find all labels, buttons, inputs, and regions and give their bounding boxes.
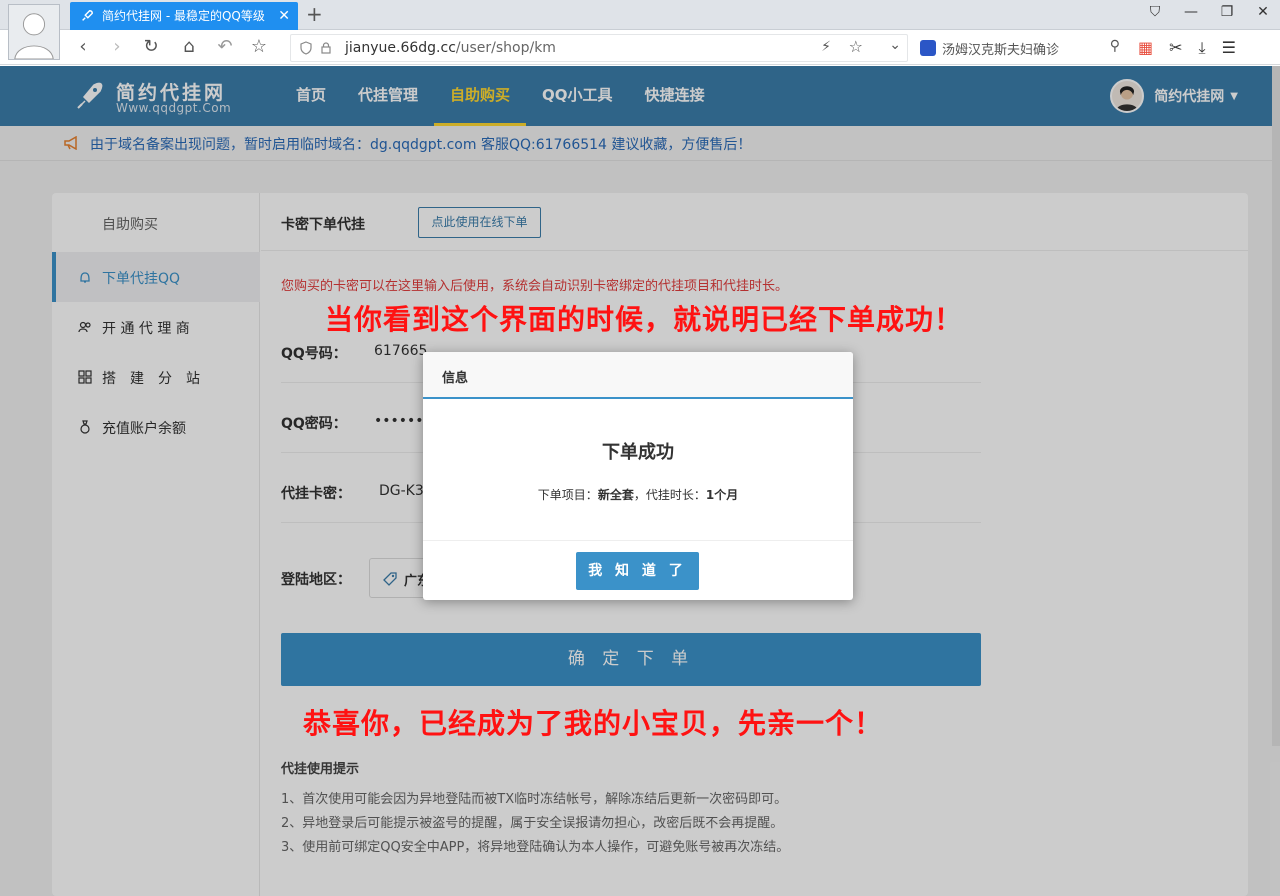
rocket-favicon-icon (82, 10, 93, 21)
browser-tab-bar: 简约代挂网 - 最稳定的QQ等级 ✕ + ⛉ — ❐ ✕ (0, 0, 1280, 30)
toolbar-tools: ▦ ✂ ⤓ ☰ (1138, 38, 1236, 58)
baidu-paw-icon (920, 40, 936, 56)
user-silhouette-icon (14, 13, 54, 60)
chevron-down-icon[interactable]: ⌄ (889, 37, 901, 53)
annotation-bottom: 恭喜你，已经成为了我的小宝贝，先亲一个！ (303, 707, 884, 740)
lightning-icon[interactable]: ⚡ (821, 39, 831, 55)
home-icon[interactable]: ⌂ (178, 36, 200, 57)
tab-title: 简约代挂网 - 最稳定的QQ等级 (102, 9, 265, 23)
dialog-heading: 下单成功 (602, 442, 674, 463)
lock-icon (321, 42, 331, 54)
acknowledge-button[interactable]: 我 知 道 了 (576, 552, 699, 590)
apps-icon[interactable]: ▦ (1138, 38, 1153, 58)
favorite-star-icon[interactable]: ☆ (849, 37, 863, 56)
success-dialog: 信息 下单成功 下单项目：新全套，代挂时长：1个月 我 知 道 了 (423, 352, 853, 600)
browser-toolbar: ‹ › ↻ ⌂ ↶ ☆ jianyue.66dg.cc/user/shop/km… (0, 31, 1280, 65)
new-tab-icon[interactable]: + (306, 2, 323, 26)
forward-icon[interactable]: › (106, 36, 128, 57)
address-bar[interactable]: jianyue.66dg.cc/user/shop/km ⚡ ☆ ⌄ (290, 34, 908, 62)
url-text: jianyue.66dg.cc/user/shop/km (345, 40, 556, 56)
search-box[interactable]: 汤姆汉克斯夫妇确诊 ⚲ (914, 34, 1126, 62)
bookmark-star-icon[interactable]: ☆ (248, 36, 270, 57)
dialog-footer: 我 知 道 了 (423, 540, 853, 600)
search-icon[interactable]: ⚲ (1110, 38, 1120, 54)
skin-icon[interactable]: ⛉ (1148, 4, 1162, 20)
undo-close-icon[interactable]: ↶ (214, 36, 236, 57)
minimize-icon[interactable]: — (1184, 4, 1198, 20)
shield-icon (300, 41, 312, 55)
close-tab-icon[interactable]: ✕ (278, 2, 290, 30)
reload-icon[interactable]: ↻ (140, 36, 162, 57)
search-text: 汤姆汉克斯夫妇确诊 (942, 43, 1060, 58)
scissors-icon[interactable]: ✂ (1169, 38, 1182, 58)
browser-profile-avatar[interactable] (8, 4, 60, 60)
dialog-title: 信息 (442, 371, 469, 386)
menu-icon[interactable]: ☰ (1222, 38, 1236, 58)
window-controls: ⛉ — ❐ ✕ (1148, 4, 1270, 20)
back-icon[interactable]: ‹ (72, 36, 94, 57)
restore-icon[interactable]: ❐ (1220, 4, 1234, 20)
dialog-header: 信息 (423, 352, 853, 399)
download-icon[interactable]: ⤓ (1199, 38, 1206, 58)
dialog-order-info: 下单项目：新全套，代挂时长：1个月 (537, 488, 739, 502)
browser-tab-active[interactable]: 简约代挂网 - 最稳定的QQ等级 ✕ (70, 2, 298, 30)
annotation-top: 当你看到这个界面的时候，就说明已经下单成功！ (325, 303, 964, 336)
close-window-icon[interactable]: ✕ (1256, 4, 1270, 20)
